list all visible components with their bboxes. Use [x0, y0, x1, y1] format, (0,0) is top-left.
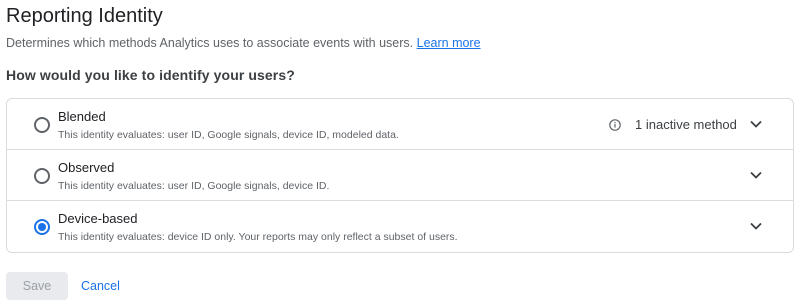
- option-label: Blended: [58, 109, 106, 124]
- identify-question: How would you like to identify your user…: [6, 67, 295, 83]
- reporting-identity-page: Reporting Identity Determines which meth…: [0, 0, 800, 306]
- option-label: Device-based: [58, 211, 138, 226]
- cancel-button[interactable]: Cancel: [81, 272, 120, 300]
- chevron-down-icon[interactable]: [749, 168, 763, 182]
- inactive-method-text: 1 inactive method: [635, 117, 737, 132]
- radio-blended[interactable]: [34, 117, 50, 133]
- save-button[interactable]: Save: [6, 272, 68, 300]
- page-description: Determines which methods Analytics uses …: [6, 35, 481, 51]
- info-icon: [609, 119, 621, 131]
- description-text: Determines which methods Analytics uses …: [6, 36, 414, 50]
- radio-observed[interactable]: [34, 168, 50, 184]
- option-observed[interactable]: Observed This identity evaluates: user I…: [7, 150, 793, 201]
- option-label: Observed: [58, 160, 115, 175]
- learn-more-link[interactable]: Learn more: [417, 36, 481, 50]
- option-description: This identity evaluates: user ID, Google…: [58, 129, 399, 141]
- radio-device-based[interactable]: [34, 219, 50, 235]
- option-description: This identity evaluates: device ID only.…: [58, 231, 458, 243]
- option-device-based[interactable]: Device-based This identity evaluates: de…: [7, 201, 793, 252]
- identity-options-group: Blended This identity evaluates: user ID…: [6, 98, 794, 253]
- option-blended[interactable]: Blended This identity evaluates: user ID…: [7, 99, 793, 150]
- inactive-method-indicator: 1 inactive method: [609, 116, 737, 134]
- chevron-down-icon[interactable]: [749, 117, 763, 131]
- option-description: This identity evaluates: user ID, Google…: [58, 180, 330, 192]
- chevron-down-icon[interactable]: [749, 219, 763, 233]
- page-title: Reporting Identity: [6, 5, 163, 27]
